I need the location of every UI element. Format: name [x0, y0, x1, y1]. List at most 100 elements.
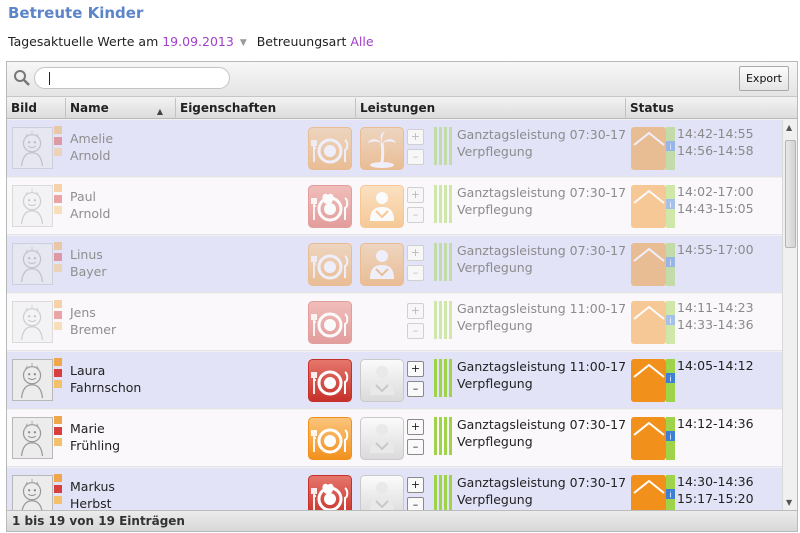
- add-service-button[interactable]: +: [407, 129, 424, 145]
- child-name[interactable]: Marie Frühling: [70, 420, 120, 454]
- status-times: 14:12-14:36: [677, 415, 754, 432]
- badges: [54, 242, 64, 288]
- service-bars-icon: [434, 417, 452, 455]
- remove-service-button[interactable]: –: [407, 381, 424, 397]
- child-photo-placeholder-icon: [12, 127, 53, 169]
- child-name[interactable]: Amelie Arnold: [70, 130, 113, 164]
- add-service-button[interactable]: +: [407, 187, 424, 203]
- info-badge-icon: [54, 416, 62, 424]
- person-icon[interactable]: [360, 243, 404, 286]
- remove-service-button[interactable]: –: [407, 439, 424, 455]
- palm-tree-icon[interactable]: [360, 127, 404, 170]
- plate-apple-icon[interactable]: [308, 475, 352, 510]
- remove-service-button[interactable]: –: [407, 323, 424, 339]
- status-house-icon[interactable]: i: [631, 185, 675, 228]
- export-button[interactable]: Export: [739, 66, 789, 91]
- table-row[interactable]: Linus Bayer + – Ganztagsleistung 07:30-17 Ver…: [7, 236, 782, 293]
- plate-icon[interactable]: [308, 127, 352, 170]
- birthday-badge-icon: [54, 264, 62, 272]
- scroll-up-icon[interactable]: ▲: [786, 123, 792, 132]
- service-info: Ganztagsleistung 07:30-17 Verpflegung: [457, 474, 626, 508]
- time-slot: 14:11-14:23: [677, 300, 754, 315]
- status-house-icon[interactable]: i: [631, 359, 675, 402]
- service-name: Ganztagsleistung 07:30-17: [457, 243, 627, 258]
- first-name: Jens: [70, 305, 96, 320]
- info-badge-icon: [54, 474, 62, 482]
- add-service-button[interactable]: +: [407, 245, 424, 261]
- add-service-button[interactable]: +: [407, 419, 424, 435]
- table-row[interactable]: Paul Arnold + – Ganztagsleistung 07:30-17 Ver…: [7, 178, 782, 235]
- meal-service: Verpflegung: [457, 376, 533, 391]
- allergy-badge-icon: [54, 427, 62, 435]
- table-row[interactable]: Laura Fahrnschon + – Ganztagsleistung 11:00-…: [7, 352, 782, 409]
- birthday-badge-icon: [54, 438, 62, 446]
- child-name[interactable]: Laura Fahrnschon: [70, 362, 141, 396]
- sort-ascending-icon: ▲: [156, 107, 163, 116]
- birthday-badge-icon: [54, 322, 62, 330]
- person-icon[interactable]: [360, 185, 404, 228]
- meal-service: Verpflegung: [457, 144, 533, 159]
- add-service-button[interactable]: +: [407, 361, 424, 377]
- remove-service-button[interactable]: –: [407, 497, 424, 510]
- person-icon[interactable]: [360, 475, 404, 510]
- service-bars-icon: [434, 475, 452, 510]
- time-slot: 14:12-14:36: [677, 416, 754, 431]
- scroll-down-icon[interactable]: ▼: [786, 498, 792, 507]
- table-body: Amelie Arnold + – Ganztagsleistung 07:30-17 V…: [7, 120, 782, 510]
- search-input[interactable]: [34, 67, 230, 89]
- table-row[interactable]: Jens Bremer + – Ganztagsleistung 11:00-17 Ver…: [7, 294, 782, 351]
- add-service-button[interactable]: +: [407, 303, 424, 319]
- service-name: Ganztagsleistung 07:30-17: [457, 185, 627, 200]
- person-icon[interactable]: [360, 417, 404, 460]
- person-icon[interactable]: [360, 359, 404, 402]
- scrollbar-thumb[interactable]: [785, 140, 796, 248]
- service-info: Ganztagsleistung 11:00-17 Verpflegung: [457, 358, 626, 392]
- first-name: Marie: [70, 421, 105, 436]
- column-photo[interactable]: Bild: [7, 98, 66, 119]
- column-services[interactable]: Leistungen: [356, 98, 626, 119]
- time-slot: 14:30-14:36: [677, 474, 754, 489]
- child-photo-placeholder-icon: [12, 475, 53, 510]
- service-name: Ganztagsleistung 07:30-17: [457, 475, 627, 490]
- svg-text:i: i: [669, 491, 671, 500]
- birthday-badge-icon: [54, 496, 62, 504]
- plate-apple-icon[interactable]: [308, 185, 352, 228]
- date-selector[interactable]: 19.09.2013: [162, 34, 234, 49]
- status-house-icon[interactable]: i: [631, 243, 675, 286]
- remove-service-button[interactable]: –: [407, 149, 424, 165]
- table-row[interactable]: Marie Frühling + – Ganztagsleistung 07:30-17…: [7, 410, 782, 467]
- first-name: Markus: [70, 479, 115, 494]
- status-house-icon[interactable]: i: [631, 301, 675, 344]
- chevron-down-icon[interactable]: ▼: [240, 38, 247, 48]
- child-photo-placeholder-icon: [12, 243, 53, 285]
- plate-icon[interactable]: [308, 359, 352, 402]
- plate-icon[interactable]: [308, 417, 352, 460]
- status-house-icon[interactable]: i: [631, 417, 675, 460]
- meal-service: Verpflegung: [457, 318, 533, 333]
- column-status[interactable]: Status: [626, 98, 797, 119]
- child-name[interactable]: Jens Bremer: [70, 304, 116, 338]
- remove-service-button[interactable]: –: [407, 207, 424, 223]
- vertical-scrollbar[interactable]: ▲ ▼: [782, 120, 797, 510]
- remove-service-button[interactable]: –: [407, 265, 424, 281]
- status-house-icon[interactable]: i: [631, 475, 675, 510]
- care-type-selector[interactable]: Alle: [350, 34, 373, 49]
- child-name[interactable]: Linus Bayer: [70, 246, 106, 280]
- plate-icon[interactable]: [308, 301, 352, 344]
- table-row[interactable]: Markus Herbst + – Ganztagsleistung 07:30-17 V…: [7, 468, 782, 510]
- column-name[interactable]: Name ▲: [66, 98, 176, 119]
- time-slot: 14:02-17:00: [677, 184, 754, 199]
- badges: [54, 184, 64, 230]
- child-name[interactable]: Markus Herbst: [70, 478, 115, 510]
- meal-service: Verpflegung: [457, 492, 533, 507]
- add-service-button[interactable]: +: [407, 477, 424, 493]
- status-house-icon[interactable]: i: [631, 127, 675, 170]
- child-name[interactable]: Paul Arnold: [70, 188, 110, 222]
- first-name: Paul: [70, 189, 97, 204]
- plate-icon[interactable]: [308, 243, 352, 286]
- last-name: Fahrnschon: [70, 380, 142, 395]
- column-properties[interactable]: Eigenschaften: [176, 98, 356, 119]
- table-row[interactable]: Amelie Arnold + – Ganztagsleistung 07:30-17 V…: [7, 120, 782, 177]
- allergy-badge-icon: [54, 253, 62, 261]
- service-info: Ganztagsleistung 07:30-17 Verpflegung: [457, 242, 626, 276]
